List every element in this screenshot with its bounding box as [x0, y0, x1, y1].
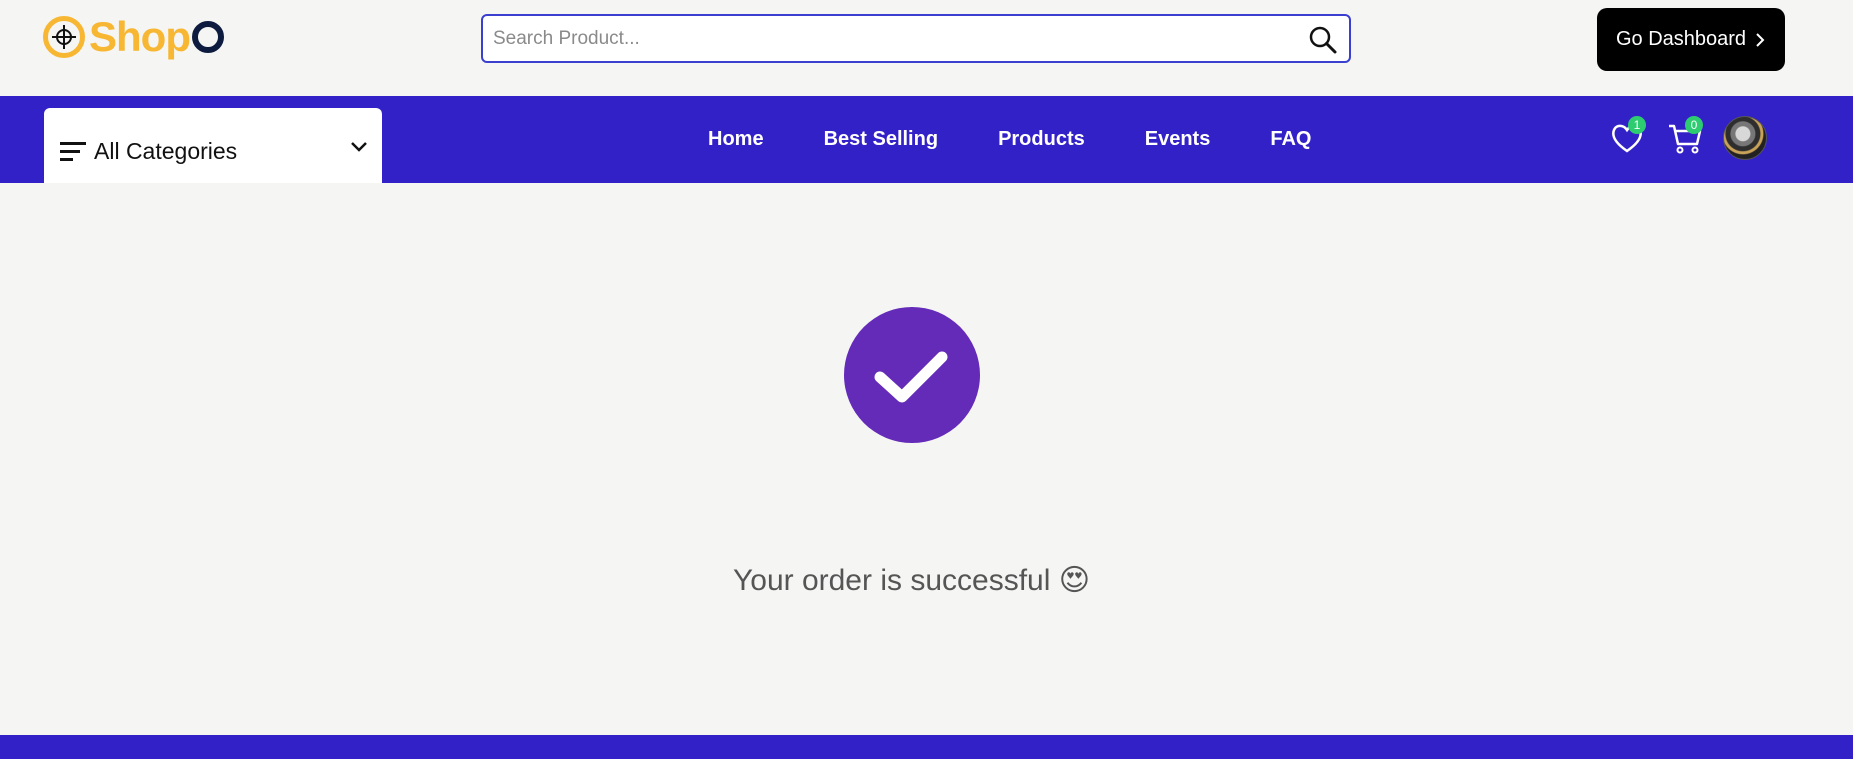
- search-input[interactable]: [483, 16, 1349, 61]
- search-icon[interactable]: [1307, 24, 1339, 56]
- shopo-logo[interactable]: Shop: [43, 14, 224, 60]
- go-dashboard-button[interactable]: Go Dashboard: [1597, 8, 1785, 71]
- order-success-section: Your order is successful 😍: [0, 183, 1853, 735]
- nav-link-faq[interactable]: FAQ: [1270, 128, 1311, 151]
- order-success-text: Your order is successful: [733, 564, 1051, 597]
- nav-link-products[interactable]: Products: [998, 128, 1085, 151]
- all-categories-dropdown[interactable]: All Categories: [44, 108, 382, 183]
- checkmark-icon: [874, 351, 948, 403]
- nav-link-events[interactable]: Events: [1145, 128, 1211, 151]
- success-check-circle: [844, 307, 980, 443]
- footer-strip: [0, 735, 1853, 759]
- cart-count-badge: 0: [1685, 116, 1703, 134]
- logo-o-mark: [191, 21, 224, 53]
- target-logo-icon: [43, 16, 85, 58]
- wishlist-count-badge: 1: [1628, 116, 1646, 134]
- filter-lines-icon: [60, 142, 86, 166]
- chevron-right-icon: [1756, 32, 1765, 47]
- nav-links: Home Best Selling Products Events FAQ: [708, 96, 1371, 183]
- nav-link-home[interactable]: Home: [708, 128, 764, 151]
- categories-label: All Categories: [94, 138, 238, 164]
- chevron-down-icon: [351, 142, 367, 152]
- logo-text: Shop: [89, 13, 191, 60]
- user-avatar[interactable]: [1723, 116, 1767, 160]
- nav-link-best-selling[interactable]: Best Selling: [824, 128, 938, 151]
- heart-eyes-emoji-icon: 😍: [1058, 564, 1090, 597]
- main-navbar: All Categories Home Best Selling Product…: [0, 96, 1853, 183]
- go-dashboard-label: Go Dashboard: [1615, 28, 1747, 50]
- search-bar: [481, 14, 1351, 63]
- wishlist-button[interactable]: 1: [1610, 116, 1646, 159]
- cart-button[interactable]: 0: [1667, 116, 1703, 161]
- order-success-message: Your order is successful 😍: [0, 563, 1823, 598]
- top-header: Shop Go Dashboard: [0, 0, 1853, 96]
